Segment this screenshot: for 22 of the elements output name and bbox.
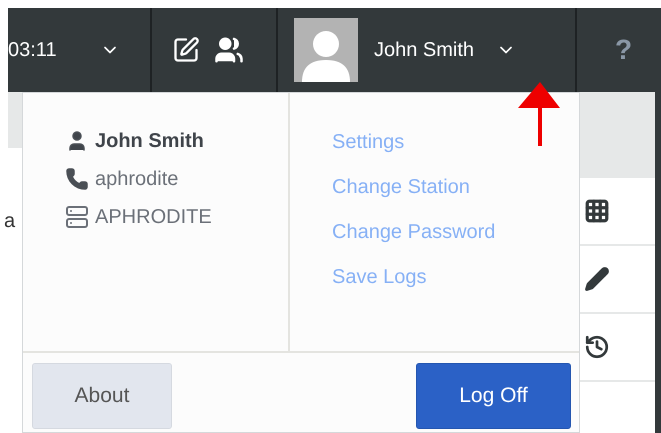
- log-off-button[interactable]: Log Off: [416, 363, 571, 429]
- help-icon[interactable]: ?: [615, 34, 632, 66]
- cut-text: a: [4, 210, 16, 233]
- menu-link[interactable]: Save Logs: [332, 266, 427, 289]
- header-band: [8, 92, 22, 148]
- history-icon[interactable]: [584, 334, 610, 360]
- user-name[interactable]: John Smith: [374, 38, 474, 62]
- phone-icon: [65, 167, 89, 191]
- menu-link[interactable]: Settings: [332, 131, 404, 154]
- annotation-arrow: [518, 82, 562, 146]
- server-icon: [65, 205, 89, 229]
- clock-time: 03:11: [8, 38, 57, 62]
- grid-icon[interactable]: [584, 198, 610, 224]
- about-button[interactable]: About: [32, 363, 172, 429]
- pencil-icon[interactable]: [584, 266, 610, 292]
- info-text: John Smith: [95, 130, 204, 152]
- info-text: APHRODITE: [95, 206, 212, 228]
- people-icon[interactable]: [214, 35, 244, 65]
- menu-link[interactable]: Change Password: [332, 221, 496, 244]
- compose-icon[interactable]: [172, 36, 200, 64]
- info-text: aphrodite: [95, 168, 178, 190]
- menu-link[interactable]: Change Station: [332, 176, 470, 199]
